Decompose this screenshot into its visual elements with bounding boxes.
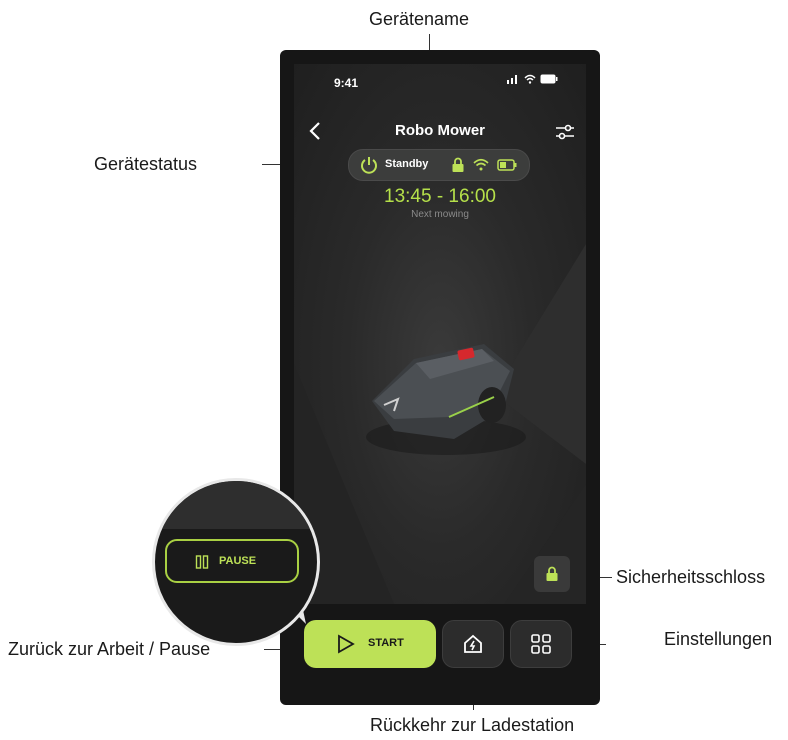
battery-icon bbox=[497, 159, 517, 171]
label-settings: Einstellungen bbox=[664, 629, 773, 649]
status-time: 9:41 bbox=[334, 76, 359, 90]
label-return-to-charger: Rückkehr zur Ladestation bbox=[370, 715, 575, 735]
grid-icon bbox=[531, 634, 551, 654]
pause-label: PAUSE bbox=[219, 555, 257, 567]
status-icons bbox=[506, 74, 558, 84]
status-state: Standby bbox=[385, 158, 429, 170]
next-mowing-label: Next mowing bbox=[411, 209, 469, 220]
return-home-button[interactable] bbox=[442, 620, 504, 668]
pause-zoom-callout: PAUSE bbox=[152, 478, 320, 646]
header: Robo Mower bbox=[294, 120, 586, 144]
security-lock-button[interactable] bbox=[534, 556, 570, 592]
robot-mower-image bbox=[366, 344, 526, 455]
home-icon bbox=[464, 634, 482, 653]
start-label: START bbox=[368, 637, 404, 649]
phone-frame: 9:41 Robo Mower Standby 13:45 - 16:00 Ne… bbox=[280, 50, 600, 705]
label-device-name: Gerätename bbox=[369, 9, 470, 29]
status-battery-icon bbox=[540, 74, 558, 84]
settings-grid-button[interactable] bbox=[510, 620, 572, 668]
play-icon bbox=[338, 634, 355, 654]
zoom-band bbox=[155, 481, 317, 529]
start-button[interactable]: START bbox=[304, 620, 436, 668]
lock-icon bbox=[452, 157, 464, 172]
app-screen: 9:41 Robo Mower Standby 13:45 - 16:00 Ne… bbox=[294, 64, 586, 604]
label-back-to-work-pause: Zurück zur Arbeit / Pause bbox=[8, 639, 211, 659]
next-mowing-time: 13:45 - 16:00 bbox=[384, 186, 496, 207]
label-security-lock: Sicherheitsschloss bbox=[616, 567, 766, 587]
status-bar: 9:41 bbox=[294, 64, 586, 96]
pause-button[interactable]: PAUSE bbox=[165, 539, 299, 583]
wifi-icon bbox=[473, 158, 489, 171]
settings-sliders-icon[interactable] bbox=[554, 122, 576, 142]
device-title: Robo Mower bbox=[395, 122, 485, 139]
label-device-status: Gerätestatus bbox=[94, 154, 198, 174]
status-wifi-icon bbox=[524, 74, 536, 84]
power-icon bbox=[361, 157, 377, 174]
signal-icon bbox=[507, 75, 517, 84]
pause-icon bbox=[195, 555, 209, 569]
device-status-pill: Standby bbox=[348, 149, 530, 181]
security-lock-icon bbox=[546, 566, 558, 581]
